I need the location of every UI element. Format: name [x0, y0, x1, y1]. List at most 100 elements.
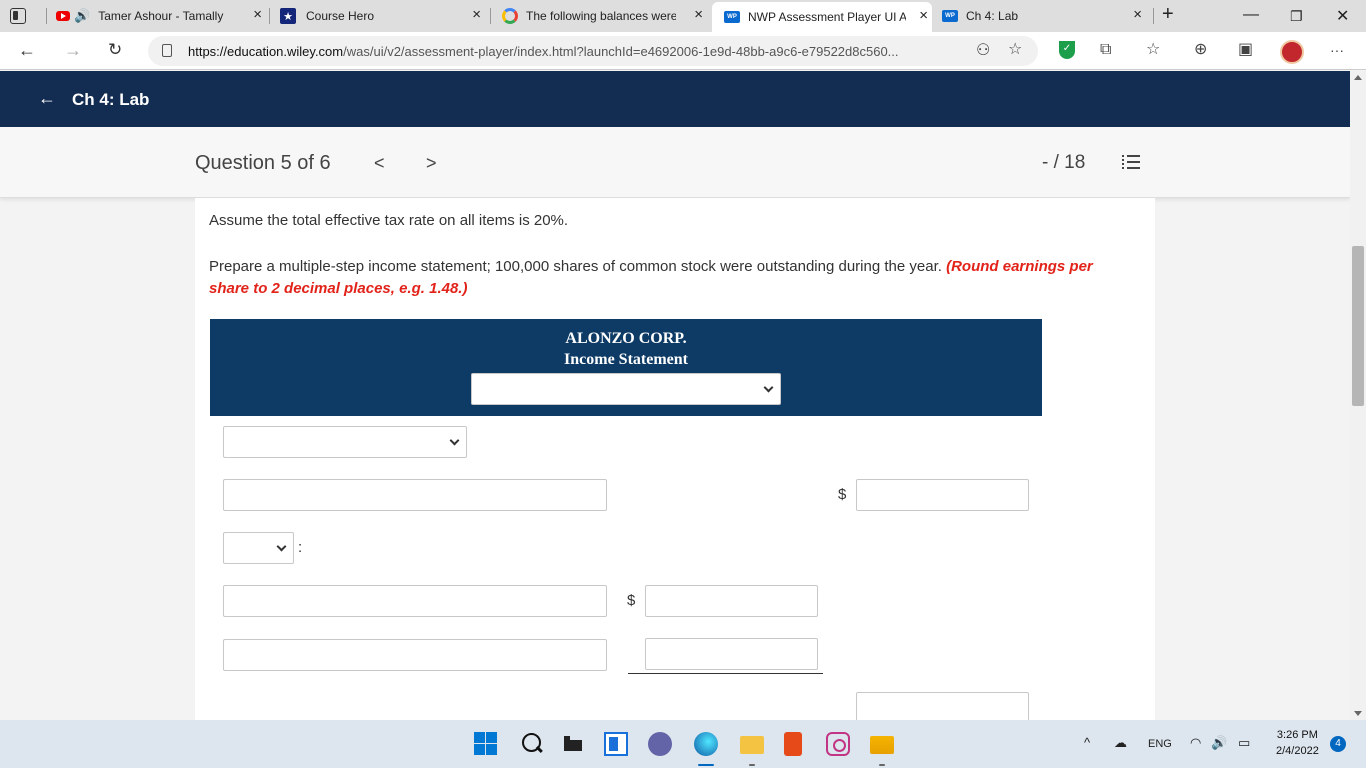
tab-close-icon[interactable]: ×: [694, 7, 703, 23]
wifi-icon[interactable]: ◠: [1190, 735, 1201, 751]
scroll-thumb[interactable]: [1352, 246, 1364, 406]
refresh-icon[interactable]: ↻: [108, 40, 122, 60]
lock-icon: [162, 44, 172, 57]
scroll-down-icon[interactable]: [1354, 711, 1362, 716]
previous-question-button[interactable]: <: [374, 153, 385, 174]
statement-header: ALONZO CORP. Income Statement: [210, 319, 1042, 416]
tab-google[interactable]: The following balances were ×: [502, 4, 707, 28]
chevron-down-icon: [763, 382, 774, 393]
company-name: ALONZO CORP.: [565, 330, 687, 347]
amount-input-2[interactable]: [856, 479, 1029, 511]
widgets-icon[interactable]: [604, 732, 628, 756]
tab-title: Tamer Ashour - Tamally: [98, 9, 224, 23]
profile-avatar[interactable]: [1280, 40, 1304, 64]
line-item-select-1[interactable]: [223, 426, 467, 458]
file-explorer-icon[interactable]: [740, 736, 764, 754]
search-icon[interactable]: [520, 732, 544, 756]
url-field[interactable]: https://education.wiley.com/was/ui/v2/as…: [148, 36, 1038, 66]
period-select[interactable]: [471, 373, 781, 405]
browser-tab-strip: 🔊 Tamer Ashour - Tamally × ★ Course Hero…: [0, 0, 1366, 32]
tab-title: The following balances were: [526, 9, 676, 23]
notification-badge[interactable]: 4: [1330, 736, 1346, 752]
amount-input-4[interactable]: [645, 585, 818, 617]
question-counter: Question 5 of 6: [195, 152, 331, 174]
shield-extension-icon[interactable]: ✓: [1059, 41, 1075, 59]
statement-name: Income Statement: [564, 351, 688, 368]
question-content: Assume the total effective tax rate on a…: [195, 198, 1155, 724]
edge-browser-icon[interactable]: [694, 732, 718, 756]
assignment-title[interactable]: Ch 4: Lab: [72, 90, 149, 110]
profile-key-icon[interactable]: ⚇: [976, 42, 990, 60]
tab-close-icon[interactable]: ×: [919, 8, 928, 24]
clock[interactable]: 3:26 PM 2/4/2022: [1276, 727, 1319, 759]
folder-icon[interactable]: [870, 736, 894, 754]
more-menu-icon[interactable]: ···: [1330, 41, 1344, 59]
back-arrow-icon[interactable]: ←: [38, 88, 56, 109]
active-app-indicator: [698, 764, 714, 766]
tab-separator: [46, 8, 47, 24]
new-tab-button[interactable]: +: [1162, 3, 1174, 26]
url-text: https://education.wiley.com/was/ui/v2/as…: [188, 44, 899, 59]
instagram-icon[interactable]: [826, 732, 850, 756]
tab-separator: [269, 8, 270, 24]
extensions-icon[interactable]: ⧉: [1100, 41, 1111, 59]
scroll-up-icon[interactable]: [1354, 75, 1362, 80]
screenshot-icon[interactable]: ▣: [1238, 41, 1253, 59]
battery-icon[interactable]: ▭: [1238, 735, 1250, 751]
tab-title: NWP Assessment Player UI A: [748, 10, 906, 24]
amount-input-5[interactable]: [645, 638, 818, 670]
tab-title: Ch 4: Lab: [966, 9, 1019, 23]
back-icon[interactable]: ←: [18, 40, 36, 60]
speaker-icon: 🔊: [74, 8, 91, 23]
chevron-down-icon: [276, 541, 287, 552]
chevron-down-icon: [449, 435, 460, 446]
line-item-input-5[interactable]: [223, 639, 607, 671]
forward-icon: →: [64, 40, 82, 60]
line-item-select-3[interactable]: [223, 532, 294, 564]
line-item-input-2[interactable]: [223, 479, 607, 511]
tab-separator: [490, 8, 491, 24]
minimize-button[interactable]: —: [1243, 6, 1259, 24]
wiley-plus-icon: WP: [724, 11, 740, 23]
restore-button[interactable]: ❐: [1290, 8, 1303, 25]
tab-ch4-lab[interactable]: WP Ch 4: Lab ×: [942, 4, 1152, 28]
course-hero-icon: ★: [280, 8, 296, 24]
question-navigation-bar: Question 5 of 6 < > - / 18: [0, 127, 1350, 198]
tab-course-hero[interactable]: ★ Course Hero ×: [280, 4, 485, 28]
address-bar: ← → ↻ https://education.wiley.com/was/ui…: [0, 32, 1366, 70]
volume-icon[interactable]: 🔊: [1211, 735, 1227, 751]
question-list-icon[interactable]: [1122, 155, 1140, 171]
windows-start-icon[interactable]: [474, 732, 498, 756]
onedrive-icon[interactable]: ☁: [1114, 735, 1127, 751]
favorites-icon[interactable]: ☆: [1146, 41, 1160, 59]
tab-close-icon[interactable]: ×: [1133, 7, 1142, 23]
currency-symbol: $: [627, 592, 636, 609]
currency-symbol: $: [838, 486, 847, 503]
task-view-icon[interactable]: [562, 732, 586, 756]
tab-title: Course Hero: [306, 9, 375, 23]
app-indicator: [749, 764, 755, 766]
next-question-button[interactable]: >: [426, 153, 437, 174]
show-hidden-icons-icon[interactable]: ^: [1084, 735, 1090, 750]
close-window-button[interactable]: ✕: [1336, 6, 1349, 26]
language-indicator[interactable]: ENG: [1148, 738, 1172, 750]
colon-label: :: [298, 539, 303, 556]
tab-close-icon[interactable]: ×: [253, 7, 262, 23]
tab-close-icon[interactable]: ×: [472, 7, 481, 23]
app-indicator: [879, 764, 885, 766]
statement-instruction: Prepare a multiple-step income statement…: [209, 258, 1093, 297]
tab-actions-icon[interactable]: [10, 8, 26, 24]
add-favorite-icon[interactable]: ☆: [1008, 41, 1022, 59]
assignment-header: ← Ch 4: Lab: [0, 71, 1350, 127]
tab-nwp-assessment[interactable]: WP NWP Assessment Player UI A ×: [712, 2, 932, 32]
page-scrollbar[interactable]: [1350, 71, 1366, 720]
subtotal-underline: [628, 673, 823, 674]
windows-taskbar: ^ ☁ ENG ◠ 🔊 ▭ 3:26 PM 2/4/2022 4: [0, 720, 1366, 768]
score-display: - / 18: [1042, 152, 1086, 173]
google-icon: [502, 8, 518, 24]
line-item-input-4[interactable]: [223, 585, 607, 617]
collections-icon[interactable]: ⊕: [1194, 41, 1207, 59]
teams-chat-icon[interactable]: [648, 732, 672, 756]
office-icon[interactable]: [784, 732, 802, 756]
tab-youtube[interactable]: 🔊 Tamer Ashour - Tamally ×: [56, 4, 266, 28]
